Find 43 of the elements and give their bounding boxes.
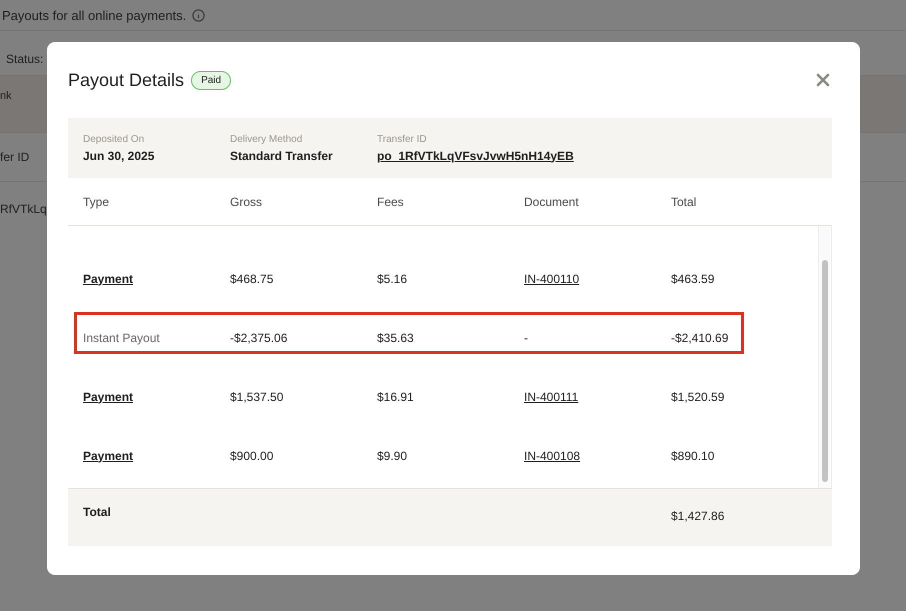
table-cell-text: $9.90 (377, 448, 408, 462)
table-cell-text: $16.91 (377, 390, 415, 404)
transfer-id-link[interactable]: po_1RfVTkLqVFsvJvwH5nH14yEB (377, 148, 832, 162)
total-label: Total (83, 505, 112, 519)
type-link[interactable]: Payment (83, 390, 230, 404)
table-cell-text: Instant Payout (83, 330, 161, 344)
type-link[interactable]: Payment (83, 272, 230, 286)
table-cell-text: $1,537.50 (230, 390, 284, 404)
info-icon[interactable] (192, 8, 206, 22)
total-value: $1,427.86 (671, 509, 726, 523)
table-cell-text: -$2,410.69 (671, 330, 730, 344)
status-badge: Paid (191, 70, 232, 90)
column-header: Gross (230, 194, 264, 208)
table-cell-text: -$2,375.06 (230, 330, 288, 344)
column-header: fer ID (0, 150, 30, 164)
summary-value: Jun 30, 2025 (83, 148, 156, 162)
column-header: Fees (377, 194, 405, 208)
summary-label: Delivery Method (230, 134, 304, 144)
table-cell-text: $463.59 (671, 272, 716, 286)
table-cell-text: $35.63 (377, 330, 415, 344)
summary-label: Deposited On (83, 134, 146, 144)
table-cell-text: $5.16 (377, 272, 408, 286)
column-header: Document (524, 194, 580, 208)
column-header: Type (83, 194, 110, 208)
summary-label: Transfer ID (377, 134, 428, 144)
close-button[interactable] (814, 71, 832, 89)
table-cell-text: $900.00 (230, 448, 274, 462)
table-cell-text: $1,520.59 (671, 390, 726, 404)
table-cell-text: $468.75 (230, 272, 274, 286)
type-link[interactable]: Payment (83, 448, 230, 462)
column-header: nk (0, 90, 12, 102)
scrollbar-thumb[interactable] (822, 260, 828, 482)
document-link[interactable]: IN-400108 (524, 448, 671, 462)
column-header: Total (671, 194, 698, 208)
page-description: Payouts for all online payments. (2, 8, 186, 22)
document-link[interactable]: IN-400110 (524, 272, 671, 286)
document-link[interactable]: IN-400111 (524, 390, 671, 404)
table-cell-text: $890.10 (671, 448, 716, 462)
dialog-title: Payout Details (68, 70, 184, 90)
table-cell: RfVTkLq (0, 202, 47, 216)
status-filter[interactable]: Status: (6, 52, 44, 66)
summary-value: Standard Transfer (230, 148, 334, 162)
table-cell-text: - (524, 330, 529, 344)
